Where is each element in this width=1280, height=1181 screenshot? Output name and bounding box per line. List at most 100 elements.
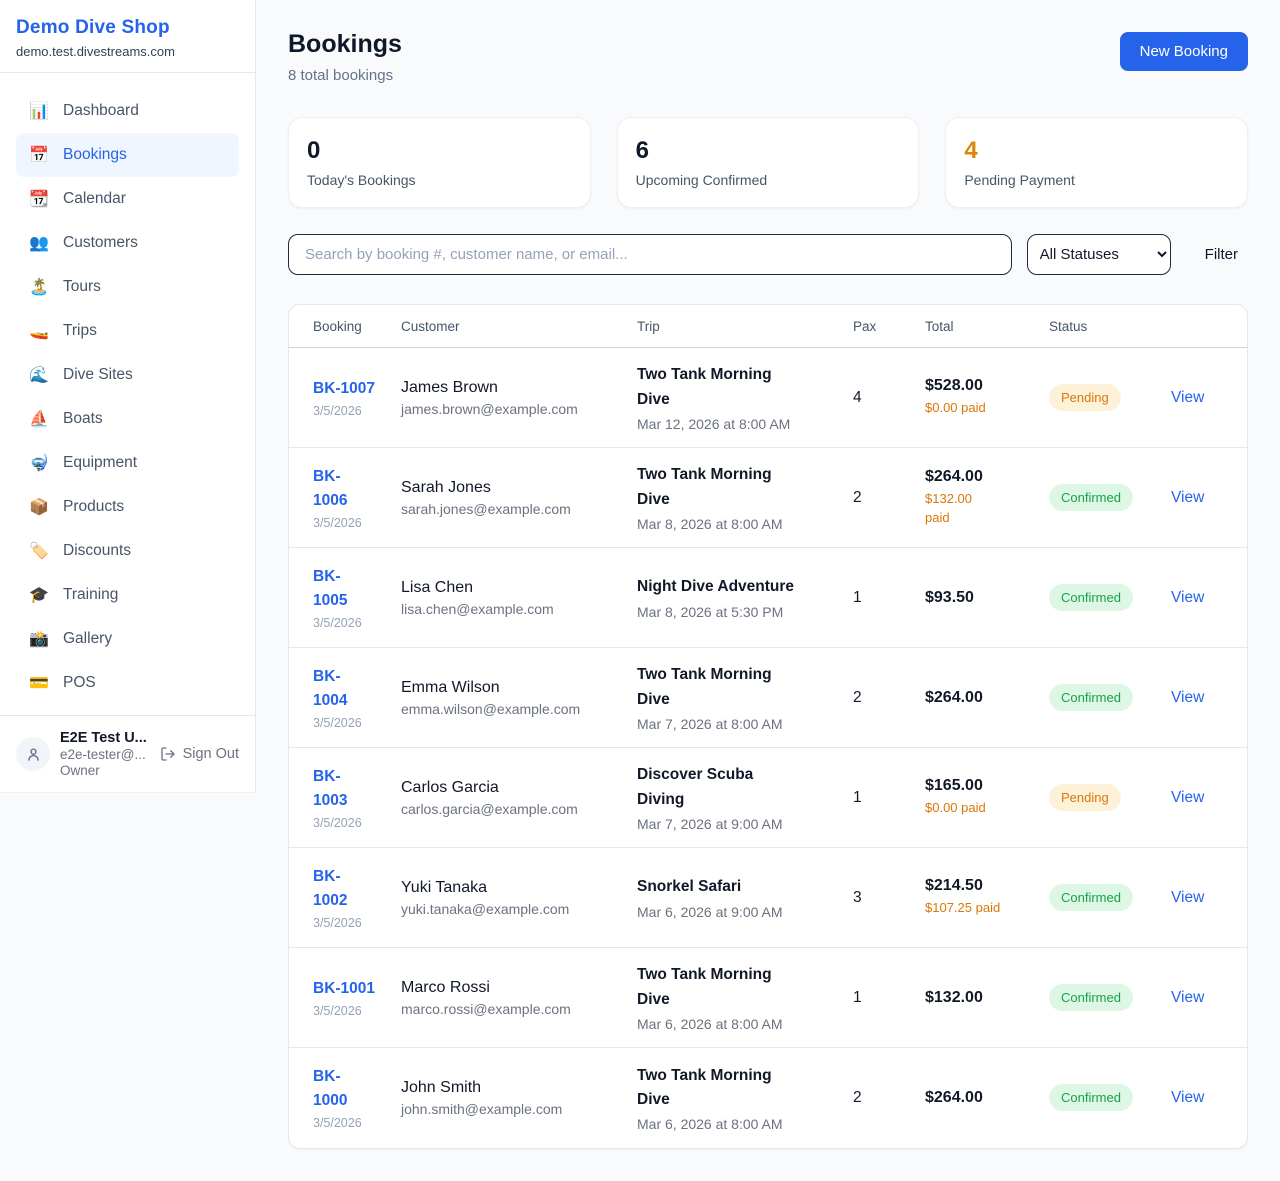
total-amount: $93.50 [925,589,1041,607]
sailboat-icon: ⛵ [28,409,50,429]
total-amount: $264.00 [925,468,1041,486]
total-amount: $214.50 [925,877,1041,895]
booking-id-link[interactable]: BK- 1004 [313,665,393,713]
customer-name: John Smith [401,1079,629,1097]
stat-value: 4 [964,137,1229,165]
user-email: e2e-tester@... [60,747,150,762]
booking-id-link[interactable]: BK- 1005 [313,565,393,613]
trip-datetime: Mar 6, 2026 at 8:00 AM [637,1016,845,1032]
col-header-actions [1171,305,1247,348]
stat-label: Today's Bookings [307,172,572,188]
sidebar-item-bookings[interactable]: 📅 Bookings [16,133,239,177]
status-badge: Confirmed [1049,884,1133,911]
total-amount: $132.00 [925,989,1041,1007]
customer-email: marco.rossi@example.com [401,1001,629,1017]
sign-out-button[interactable]: Sign Out [160,746,239,762]
dashboard-icon: 📊 [28,101,50,121]
view-link[interactable]: View [1171,889,1204,906]
customer-name: James Brown [401,379,629,397]
user-role: Owner [60,763,150,778]
sidebar-item-pos[interactable]: 💳 POS [16,661,239,705]
customer-name: Marco Rossi [401,979,629,997]
trip-datetime: Mar 6, 2026 at 9:00 AM [637,904,845,920]
booking-date: 3/5/2026 [313,1004,393,1018]
brand-title[interactable]: Demo Dive Shop [16,17,239,39]
status-badge: Confirmed [1049,684,1133,711]
status-badge: Confirmed [1049,584,1133,611]
user-info: E2E Test U... e2e-tester@... Owner [60,730,150,778]
table-row: BK- 1004 3/5/2026 Emma Wilson emma.wilso… [289,648,1247,748]
pax-count: 2 [853,648,925,748]
booking-id-link[interactable]: BK-1007 [313,377,393,401]
package-icon: 📦 [28,497,50,517]
brand-block: Demo Dive Shop demo.test.divestreams.com [0,0,255,73]
sidebar-item-dive-sites[interactable]: 🌊 Dive Sites [16,353,239,397]
trip-name: Snorkel Safari [637,875,845,899]
sidebar-item-boats[interactable]: ⛵ Boats [16,397,239,441]
booking-date: 3/5/2026 [313,716,393,730]
table-row: BK-1001 3/5/2026 Marco Rossi marco.rossi… [289,948,1247,1048]
speedboat-icon: 🚤 [28,321,50,341]
sidebar-item-trips[interactable]: 🚤 Trips [16,309,239,353]
status-select[interactable]: All Statuses [1027,234,1171,275]
customer-name: Sarah Jones [401,479,629,497]
sidebar-item-discounts[interactable]: 🏷️ Discounts [16,529,239,573]
total-amount: $165.00 [925,777,1041,795]
credit-card-icon: 💳 [28,673,50,693]
user-avatar [16,737,50,771]
view-link[interactable]: View [1171,689,1204,706]
customer-email: emma.wilson@example.com [401,701,629,717]
sidebar-item-products[interactable]: 📦 Products [16,485,239,529]
booking-id-link[interactable]: BK- 1002 [313,865,393,913]
booking-id-link[interactable]: BK- 1000 [313,1065,393,1113]
customer-email: yuki.tanaka@example.com [401,901,629,917]
sidebar-item-label: Bookings [63,146,127,164]
trip-datetime: Mar 7, 2026 at 9:00 AM [637,816,845,832]
search-input[interactable] [288,234,1012,275]
sidebar-item-equipment[interactable]: 🤿 Equipment [16,441,239,485]
table-row: BK- 1005 3/5/2026 Lisa Chen lisa.chen@ex… [289,548,1247,648]
booking-date: 3/5/2026 [313,516,393,530]
booking-id-link[interactable]: BK- 1003 [313,765,393,813]
sidebar-item-gallery[interactable]: 📸 Gallery [16,617,239,661]
stat-value: 0 [307,137,572,165]
booking-id-link[interactable]: BK-1001 [313,977,393,1001]
booking-date: 3/5/2026 [313,616,393,630]
sidebar-item-calendar[interactable]: 📆 Calendar [16,177,239,221]
filter-button[interactable]: Filter [1195,238,1248,271]
sidebar-item-label: POS [63,674,96,692]
status-badge: Confirmed [1049,984,1133,1011]
new-booking-button[interactable]: New Booking [1120,32,1248,71]
sidebar-item-training[interactable]: 🎓 Training [16,573,239,617]
logout-icon [160,746,176,762]
stat-card-todays-bookings: 0 Today's Bookings [288,117,591,208]
view-link[interactable]: View [1171,789,1204,806]
sidebar-item-dashboard[interactable]: 📊 Dashboard [16,89,239,133]
view-link[interactable]: View [1171,589,1204,606]
table-header-row: Booking Customer Trip Pax Total Status [289,305,1247,348]
sidebar-item-label: Equipment [63,454,137,472]
view-link[interactable]: View [1171,489,1204,506]
status-badge: Confirmed [1049,1084,1133,1111]
sidebar-item-tours[interactable]: 🏝️ Tours [16,265,239,309]
customer-name: Yuki Tanaka [401,879,629,897]
booking-id-link[interactable]: BK- 1006 [313,465,393,513]
sidebar-item-label: Products [63,498,124,516]
col-header-pax: Pax [853,305,925,348]
customer-email: john.smith@example.com [401,1101,629,1117]
sidebar-item-label: Boats [63,410,103,428]
view-link[interactable]: View [1171,1089,1204,1106]
view-link[interactable]: View [1171,389,1204,406]
col-header-customer: Customer [401,305,637,348]
total-amount: $264.00 [925,1089,1041,1107]
user-name: E2E Test U... [60,730,150,746]
view-link[interactable]: View [1171,989,1204,1006]
trip-name: Two Tank Morning Dive [637,663,845,711]
table-row: BK-1007 3/5/2026 James Brown james.brown… [289,348,1247,448]
user-block: E2E Test U... e2e-tester@... Owner Sign … [0,715,255,792]
sidebar-item-label: Tours [63,278,101,296]
people-icon: 👥 [28,233,50,253]
col-header-trip: Trip [637,305,853,348]
stat-card-upcoming-confirmed: 6 Upcoming Confirmed [617,117,920,208]
sidebar-item-customers[interactable]: 👥 Customers [16,221,239,265]
